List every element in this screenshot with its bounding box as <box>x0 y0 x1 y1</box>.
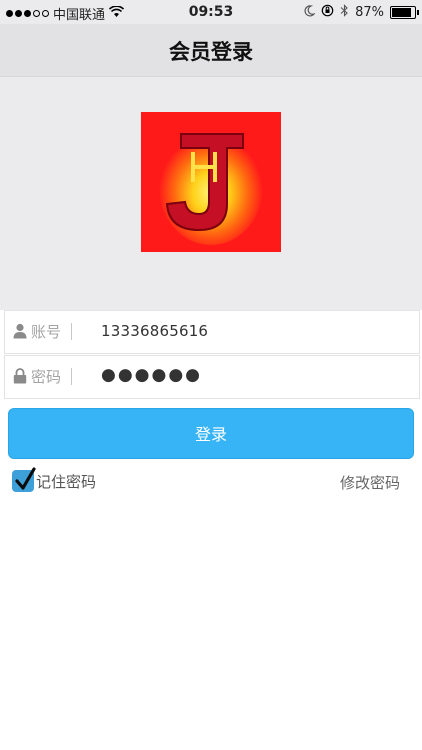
login-button[interactable]: 登录 <box>8 408 414 459</box>
field-divider <box>71 368 72 385</box>
battery-percent: 87% <box>355 5 384 20</box>
status-bar: 中国联通 09:53 87% <box>0 0 422 24</box>
remember-password-toggle[interactable]: 记住密码 <box>12 467 97 492</box>
rotation-lock-icon <box>321 4 334 21</box>
user-icon <box>13 323 27 339</box>
status-right: 87% <box>304 4 419 21</box>
remember-password-label: 记住密码 <box>36 472 97 491</box>
top-area: 中国联通 09:53 87% 会员登录 <box>0 0 422 310</box>
checkbox-checked-icon[interactable] <box>12 467 36 492</box>
account-field[interactable]: 账号 13336865616 <box>4 310 420 354</box>
account-input[interactable]: 13336865616 <box>101 322 208 340</box>
password-field[interactable]: 密码 ●●●●●● <box>4 355 420 399</box>
brand-logo <box>141 112 281 252</box>
password-label: 密码 <box>31 368 62 386</box>
battery-icon <box>390 6 419 19</box>
change-password-link[interactable]: 修改密码 <box>340 472 400 493</box>
page-title: 会员登录 <box>169 40 253 64</box>
account-label: 账号 <box>31 323 62 341</box>
nav-bar: 会员登录 <box>0 24 422 77</box>
bluetooth-icon <box>340 4 349 21</box>
lock-icon <box>13 368 27 384</box>
password-input[interactable]: ●●●●●● <box>101 365 202 385</box>
moon-icon <box>304 4 316 21</box>
field-divider <box>71 323 72 340</box>
